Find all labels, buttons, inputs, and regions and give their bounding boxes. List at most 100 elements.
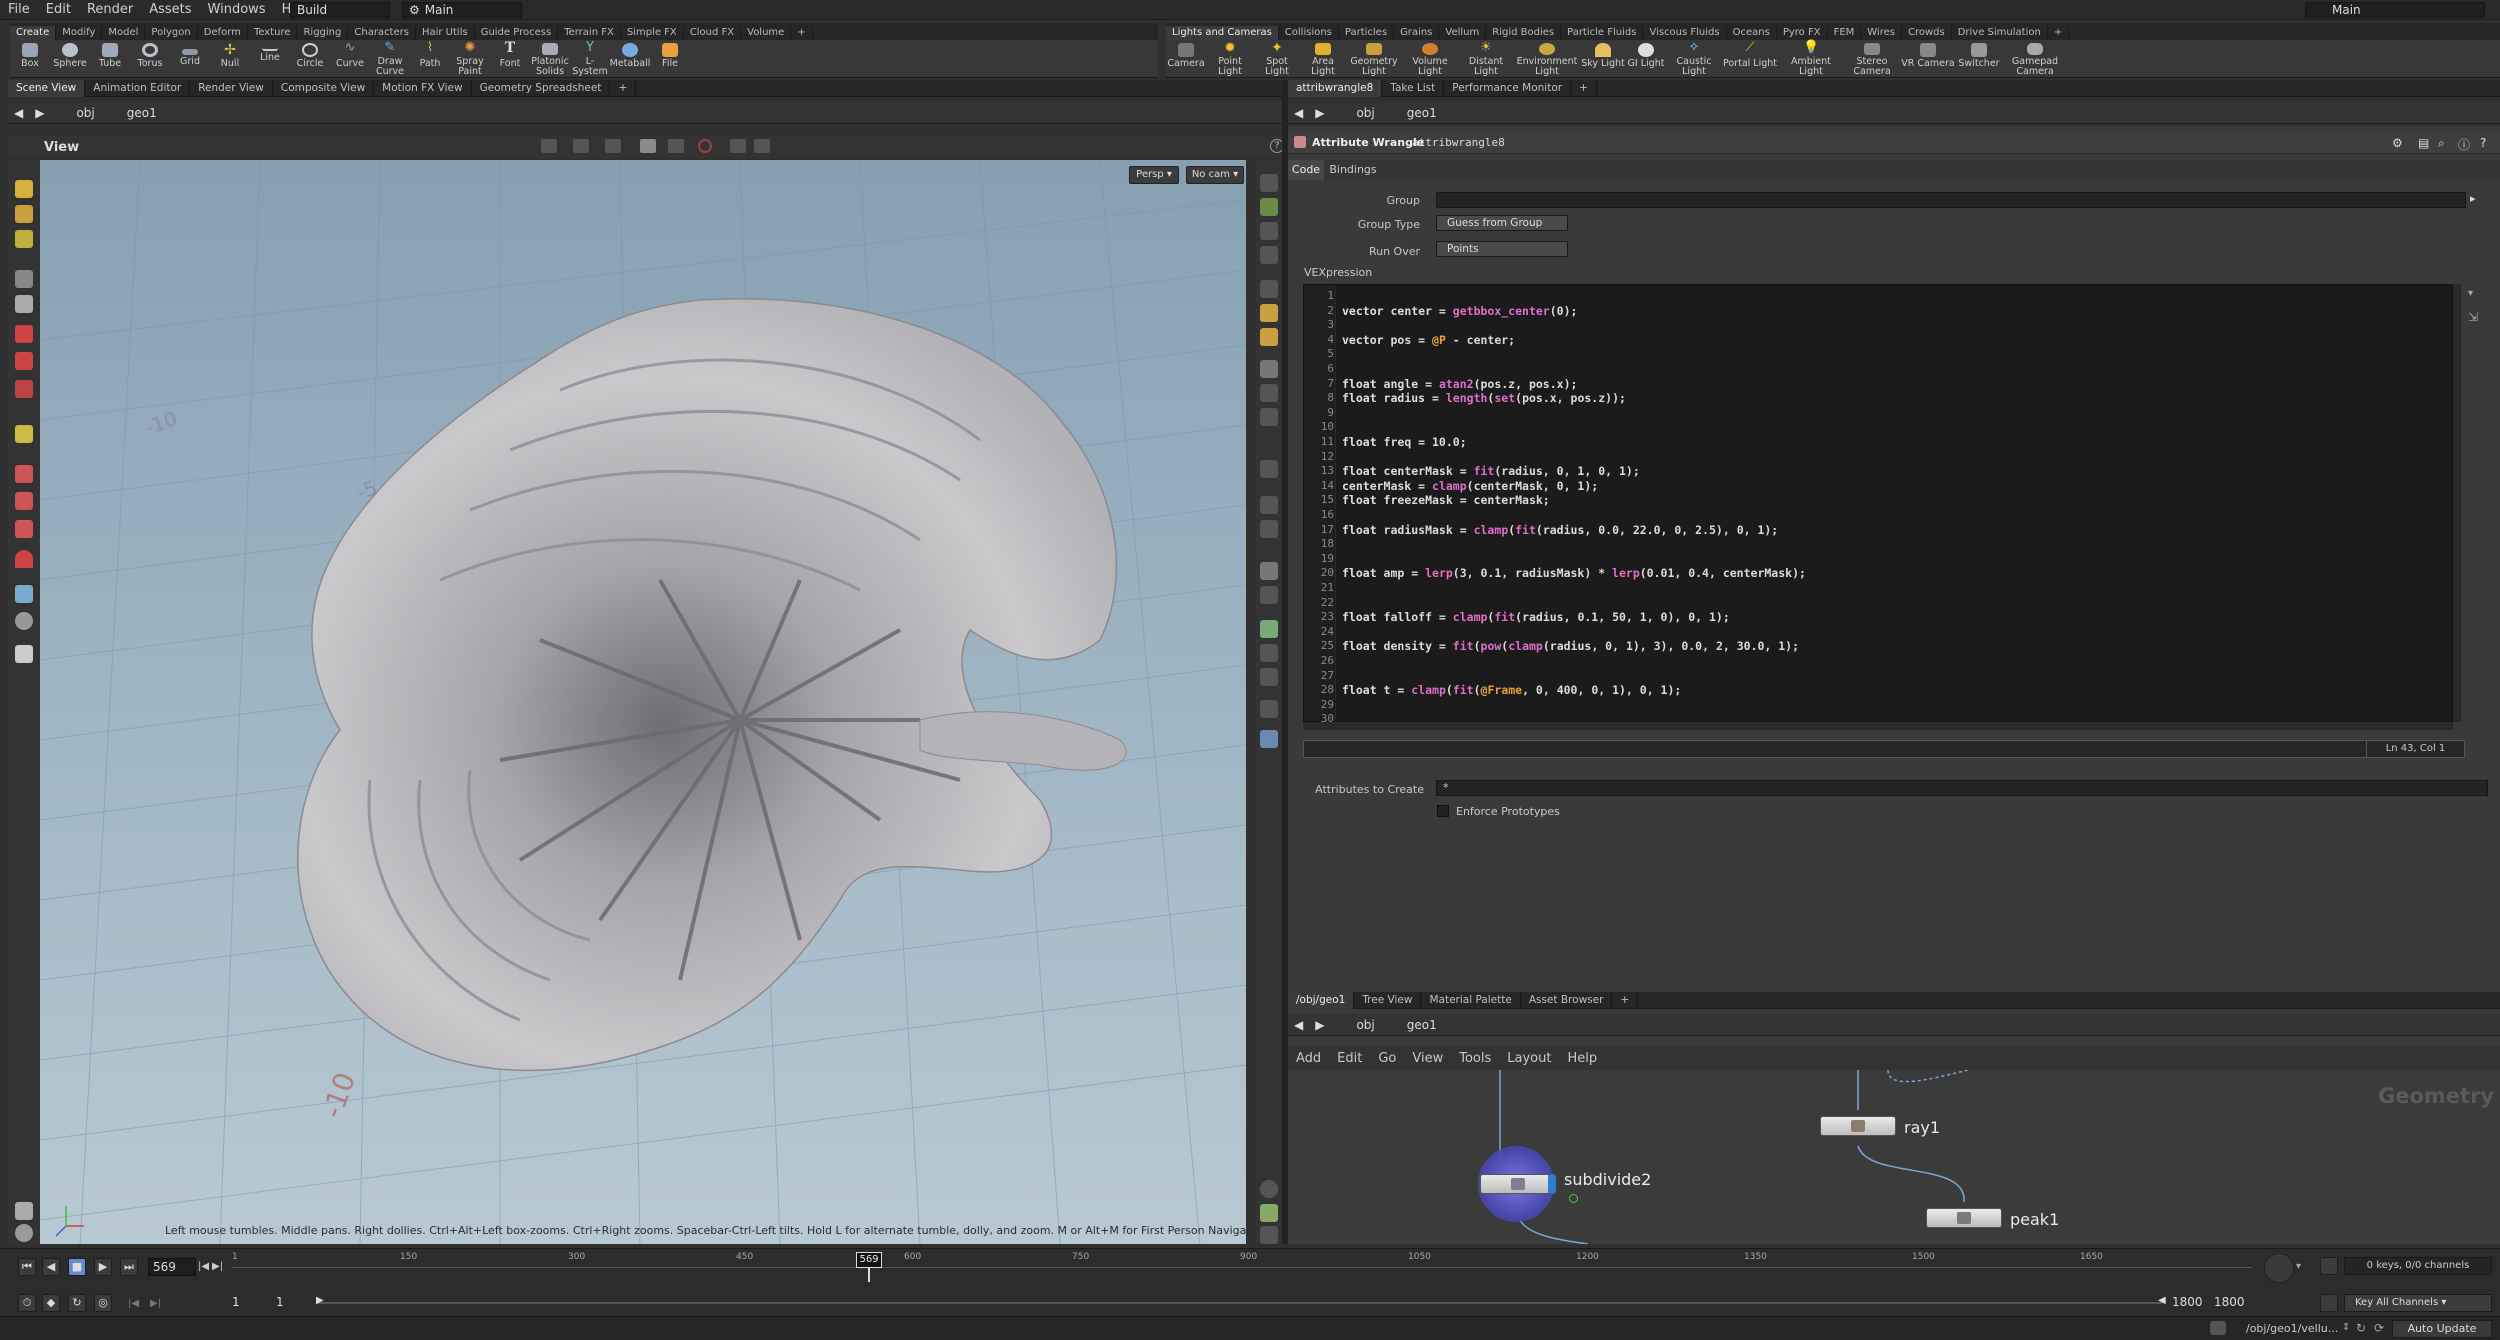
shelf-tab[interactable]: Simple FX (621, 26, 684, 40)
range-end[interactable]: 1800 (2214, 1295, 2245, 1309)
peak-tool-icon[interactable] (15, 492, 33, 510)
group-field[interactable] (1436, 192, 2466, 208)
tool-gamepad-camera[interactable]: Gamepad Camera (2002, 40, 2068, 77)
guides-icon[interactable] (1260, 668, 1278, 686)
network-menu-layout[interactable]: Layout (1499, 1051, 1559, 1066)
shelf-tab[interactable]: Wires (1861, 26, 1902, 40)
magnet-icon[interactable] (15, 550, 33, 568)
tool-sky-light[interactable]: Sky Light (1580, 40, 1626, 77)
shelf-tab[interactable]: Rigid Bodies (1486, 26, 1562, 40)
normals-icon[interactable] (1260, 408, 1278, 426)
tab-animation-editor[interactable]: Animation Editor (85, 79, 191, 97)
timeline-cursor[interactable]: 569 (856, 1252, 882, 1268)
global-animation-icon[interactable]: ◎ (94, 1294, 112, 1312)
keyframe-icon[interactable]: ◆ (42, 1294, 60, 1312)
tab-code[interactable]: Code (1288, 160, 1324, 180)
snapshot-icon[interactable] (1260, 1226, 1278, 1244)
tool-l-system[interactable]: Y L-System (570, 40, 610, 77)
handle-tool-icon[interactable] (15, 325, 33, 343)
shelf-tab[interactable]: Particles (1339, 26, 1395, 40)
timeline-track[interactable] (232, 1267, 2252, 1268)
message-icon[interactable] (2210, 1321, 2226, 1335)
add-tab-icon[interactable]: + (1612, 991, 1639, 1009)
flipbook-icon[interactable] (15, 1224, 33, 1242)
add-tab-icon[interactable]: + (1571, 79, 1597, 97)
node-subdivide2[interactable] (1480, 1174, 1556, 1194)
network-menu-help[interactable]: Help (1559, 1051, 1605, 1066)
select-tool-icon[interactable] (15, 180, 33, 198)
menu-edit[interactable]: Edit (38, 2, 79, 17)
gear-icon[interactable]: ⚙ (2392, 136, 2403, 150)
render-icon[interactable] (15, 645, 33, 663)
shelf-tab[interactable]: Modify (56, 26, 103, 40)
node-name-field[interactable]: attribwrangle8 (1412, 136, 1505, 149)
viewport-layout-icon[interactable] (1260, 700, 1278, 718)
tab-attribwrangle8[interactable]: attribwrangle8 (1288, 79, 1383, 97)
persp-menu[interactable]: Persp ▾ (1129, 166, 1179, 184)
help-icon[interactable]: ? (2480, 136, 2486, 150)
tab-network-obj-geo1[interactable]: /obj/geo1 (1288, 991, 1355, 1009)
tab-material-palette[interactable]: Material Palette (1421, 991, 1521, 1009)
code-scrollbar[interactable] (2453, 284, 2461, 722)
snap-grid-icon[interactable] (573, 139, 589, 153)
tool-caustic-light[interactable]: ✧ Caustic Light (1666, 40, 1722, 77)
shelf-tab[interactable]: Rigging (297, 26, 349, 40)
info-icon[interactable] (1260, 1180, 1278, 1198)
jump-start-icon[interactable]: ⏮ (18, 1258, 36, 1276)
tool-volume-light[interactable]: Volume Light (1402, 40, 1458, 77)
tool-torus[interactable]: Torus (130, 40, 170, 77)
play-reverse-icon[interactable]: ◀ (42, 1258, 60, 1276)
network-menu-view[interactable]: View (1404, 1051, 1451, 1066)
add-shelf-tab-icon[interactable]: + (791, 26, 813, 40)
shelf-tab[interactable]: Viscous Fluids (1643, 26, 1727, 40)
ghost-icon[interactable] (1260, 246, 1278, 264)
stop-icon[interactable]: ■ (68, 1258, 86, 1276)
tab-composite-view[interactable]: Composite View (273, 79, 375, 97)
shelf-tab[interactable]: Guide Process (475, 26, 559, 40)
shelf-tab[interactable]: Cloud FX (684, 26, 742, 40)
menu-file[interactable]: File (0, 2, 38, 17)
range-end-playback[interactable]: 1800 (2172, 1295, 2203, 1309)
main-desktop-select[interactable]: ⚙ Main (402, 2, 522, 18)
add-shelf-tab-icon[interactable]: + (2048, 26, 2070, 40)
shelf-tab[interactable]: Collisions (1279, 26, 1339, 40)
jump-end-icon[interactable]: ⏭ (120, 1258, 138, 1276)
tool-spot-light[interactable]: ✦ Spot Light (1254, 40, 1300, 77)
tool-font[interactable]: T Font (490, 40, 530, 77)
add-tab-icon[interactable]: + (610, 79, 637, 97)
tab-geometry-spreadsheet[interactable]: Geometry Spreadsheet (472, 79, 611, 97)
forward-arrow-icon[interactable]: ▶ (29, 106, 50, 120)
vex-code-editor[interactable]: 1 2 3 4 5 6 7 8 9 10 11 12 13 14 15 16 17 18 19 20 21 22 23 24 2… (1303, 284, 2453, 725)
edit-tool-icon[interactable] (15, 465, 33, 483)
prev-key-icon[interactable]: |◀ (128, 1298, 139, 1309)
range-slider-track[interactable] (316, 1302, 2162, 1304)
magnet-tool-icon[interactable] (15, 380, 33, 398)
network-menu-edit[interactable]: Edit (1329, 1051, 1370, 1066)
grid-toggle-icon[interactable] (1260, 562, 1278, 580)
tool-sphere[interactable]: Sphere (50, 40, 90, 77)
path-obj[interactable]: obj (1350, 1018, 1380, 1032)
shelf-tab[interactable]: Pyro FX (1777, 26, 1828, 40)
tool-gi-light[interactable]: GI Light (1626, 40, 1666, 77)
shelf-tab[interactable]: Texture (248, 26, 298, 40)
shelf-tab[interactable]: Grains (1394, 26, 1440, 40)
range-start[interactable]: 1 (232, 1295, 240, 1309)
tab-bindings[interactable]: Bindings (1328, 160, 1378, 180)
shelf-tab[interactable]: Polygon (145, 26, 198, 40)
tool-file[interactable]: File (650, 40, 690, 77)
shelf-tab[interactable]: Oceans (1727, 26, 1777, 40)
tool-geometry-light[interactable]: Geometry Light (1346, 40, 1402, 77)
pose-tool-icon[interactable] (15, 295, 33, 313)
snap-point-icon[interactable] (605, 139, 621, 153)
tab-take-list[interactable]: Take List (1382, 79, 1445, 97)
back-arrow-icon[interactable]: ◀ (1288, 1018, 1309, 1032)
tool-vr-camera[interactable]: VR Camera (1900, 40, 1956, 77)
expression-icon[interactable]: ⇲ (2468, 310, 2478, 324)
code-hscrollbar[interactable] (1303, 722, 2453, 730)
enforce-prototypes-checkbox[interactable] (1437, 805, 1449, 817)
light-icon[interactable] (1260, 304, 1278, 322)
menu-render[interactable]: Render (79, 2, 141, 17)
shelf-tab[interactable]: Lights and Cameras (1166, 26, 1279, 40)
back-arrow-icon[interactable]: ◀ (8, 106, 29, 120)
pivot-tool-icon[interactable] (15, 425, 33, 443)
